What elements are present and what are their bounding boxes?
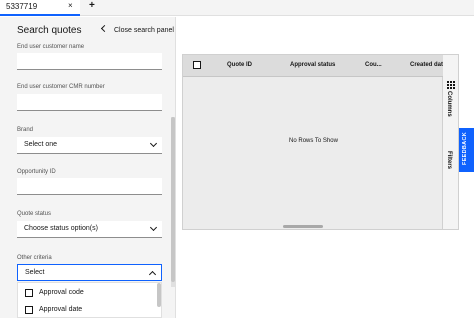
end-user-customer-cmr-label: End user customer CMR number [17, 84, 105, 90]
grid-horizontal-scrollbar[interactable] [283, 225, 323, 228]
brand-select-value: Select one [24, 141, 58, 148]
select-all-checkbox[interactable] [193, 61, 201, 69]
brand-select[interactable]: Select one [17, 137, 162, 154]
close-icon[interactable]: × [68, 1, 73, 10]
other-criteria-dropdown: Approval code Approval date [17, 282, 162, 318]
empty-state-text: No Rows To Show [289, 138, 338, 144]
close-search-panel-label: Close search panel [114, 27, 174, 34]
end-user-customer-name-label: End user customer name [17, 44, 85, 50]
results-grid: Quote ID Approval status Cou... Created … [182, 54, 444, 230]
column-header-approval-status[interactable]: Approval status [290, 62, 335, 68]
chevron-down-icon [149, 139, 158, 148]
other-criteria-label: Other criteria [17, 255, 52, 261]
option-label: Approval code [39, 289, 84, 296]
end-user-customer-cmr-input[interactable] [17, 94, 162, 111]
column-header-country[interactable]: Cou... [365, 62, 382, 68]
chevron-left-icon [100, 24, 109, 33]
option-approval-code[interactable]: Approval code [18, 285, 158, 302]
close-search-panel-button[interactable]: Close search panel [100, 24, 174, 34]
checkbox[interactable] [25, 289, 33, 297]
panel-title: Search quotes [17, 25, 82, 36]
grid-header: Quote ID Approval status Cou... Created … [183, 55, 444, 77]
tab-quote[interactable]: 5337719 × [0, 0, 80, 16]
grid-side-bar: Columns Filters [443, 54, 459, 230]
opportunity-id-label: Opportunity ID [17, 169, 56, 175]
chevron-up-icon [148, 270, 157, 279]
column-header-created-date[interactable]: Created dat [410, 62, 443, 68]
quote-status-label: Quote status [17, 211, 52, 217]
columns-icon [447, 81, 455, 89]
feedback-label: FEEDBACK [462, 132, 468, 165]
side-tab-filters[interactable]: Filters [446, 151, 452, 169]
other-criteria-select-value: Select [25, 269, 45, 276]
quote-status-select-value: Choose status option(s) [24, 225, 98, 232]
checkbox[interactable] [25, 306, 33, 314]
tab-bar: 5337719 × + [0, 0, 474, 16]
feedback-button[interactable]: FEEDBACK [459, 128, 474, 172]
side-tab-columns[interactable]: Columns [446, 91, 452, 117]
chevron-down-icon [149, 223, 158, 232]
brand-label: Brand [17, 127, 34, 133]
search-panel: Search quotes End user customer name End… [0, 17, 176, 318]
other-criteria-select[interactable]: Select [17, 264, 162, 281]
option-approval-date[interactable]: Approval date [18, 302, 158, 318]
quote-status-select[interactable]: Choose status option(s) [17, 221, 162, 238]
end-user-customer-name-input[interactable] [17, 53, 162, 70]
add-tab-button[interactable]: + [89, 0, 95, 11]
dropdown-scrollbar[interactable] [157, 283, 161, 307]
panel-scrollbar-thumb[interactable] [171, 117, 175, 282]
column-header-quote-id[interactable]: Quote ID [227, 62, 252, 68]
tab-label: 5337719 [6, 2, 38, 11]
opportunity-id-input[interactable] [17, 178, 162, 195]
option-label: Approval date [39, 306, 83, 313]
